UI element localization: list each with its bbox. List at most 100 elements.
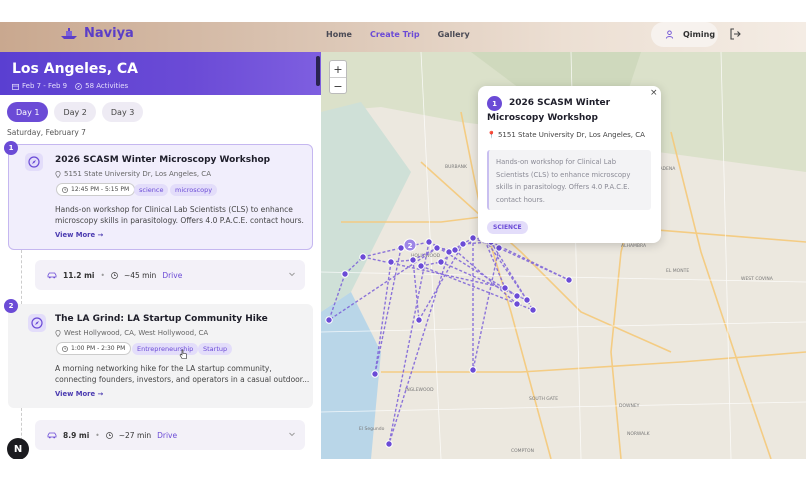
user-name: Qiming [683, 30, 716, 39]
map-marker[interactable] [469, 366, 477, 374]
top-navbar: Naviya Home Create Trip Gallery Qiming [0, 22, 806, 52]
travel-segment[interactable]: 8.9 mi • ~27 min Drive [35, 420, 305, 450]
car-icon [47, 432, 57, 438]
mouse-cursor-icon [179, 349, 187, 359]
map-marker[interactable] [445, 248, 453, 256]
event-tag[interactable]: Entrepreneurship [132, 343, 199, 355]
map-marker[interactable] [397, 244, 405, 252]
event-tag[interactable]: Startup [198, 343, 233, 355]
car-icon [47, 272, 57, 278]
map-marker[interactable] [387, 258, 395, 266]
map-label-alhambra: ALHAMBRA [621, 243, 647, 249]
separator: • [100, 270, 105, 280]
chevron-down-icon[interactable] [288, 430, 296, 438]
trip-activities: 58 Activities [75, 82, 128, 90]
event-card-2[interactable]: The LA Grind: LA Startup Community Hike … [8, 304, 313, 408]
event-description-line: microscopy skills in parasitology. Offer… [55, 216, 304, 225]
map-marker[interactable] [565, 276, 573, 284]
bottom-strip [0, 459, 806, 480]
event-description-line: connecting founders, investors, and oper… [55, 375, 310, 384]
trip-meta: Feb 7 - Feb 9 58 Activities [12, 82, 128, 90]
map-marker[interactable] [513, 300, 521, 308]
event-address-text: West Hollywood, CA, West Hollywood, CA [64, 329, 209, 337]
popup-close-button[interactable]: × [650, 88, 658, 98]
event-time-text: 1:00 PM - 2:30 PM [71, 345, 126, 352]
map-marker[interactable] [417, 262, 425, 270]
event-popup[interactable]: 1 2026 SCASM Winter Microscopy Workshop … [478, 86, 661, 243]
compass-icon [75, 82, 82, 90]
map-marker[interactable] [385, 440, 393, 448]
nav-gallery[interactable]: Gallery [438, 30, 470, 39]
day-tabs: Day 1 Day 2 Day 3 [7, 102, 144, 122]
map-label-west-covina: WEST COVINA [741, 276, 774, 282]
separator: • [95, 430, 100, 440]
map-marker[interactable] [371, 370, 379, 378]
event-description-line: Hands-on workshop for Clinical Lab Scien… [55, 205, 293, 214]
location-pin-icon [55, 170, 61, 178]
event-number-badge: 1 [4, 141, 18, 155]
map-marker[interactable] [325, 316, 333, 324]
event-card-1[interactable]: 2026 SCASM Winter Microscopy Workshop 51… [8, 144, 313, 250]
marker-cluster[interactable]: 2 [403, 238, 417, 252]
travel-segment[interactable]: 11.2 mi • ~45 min Drive [35, 260, 305, 290]
panel-scrollbar[interactable] [316, 56, 320, 86]
map-label-burbank: BURBANK [445, 164, 468, 170]
view-more-link[interactable]: View More → [55, 390, 103, 398]
user-icon [665, 30, 674, 39]
cluster-count: 2 [408, 242, 413, 250]
event-description-line: A morning networking hike for the LA sta… [55, 364, 272, 373]
date-label: Saturday, February 7 [7, 128, 86, 137]
event-number-badge: 2 [4, 299, 18, 313]
map-marker[interactable] [359, 253, 367, 261]
nav-create-trip[interactable]: Create Trip [370, 30, 420, 39]
zoom-in-button[interactable]: + [330, 61, 346, 78]
nav-home[interactable]: Home [326, 30, 352, 39]
map-marker[interactable] [415, 316, 423, 324]
map-marker[interactable] [451, 246, 459, 254]
logout-icon[interactable] [729, 28, 741, 40]
map-marker[interactable] [501, 284, 509, 292]
view-more-link[interactable]: View More → [55, 231, 103, 239]
travel-mode: Drive [162, 270, 183, 280]
event-time-text: 12:45 PM - 5:15 PM [71, 186, 130, 193]
map-marker[interactable] [409, 256, 417, 264]
map-label-el-segundo: El Segundo [359, 426, 385, 432]
map-marker[interactable] [469, 234, 477, 242]
popup-tag[interactable]: SCIENCE [487, 221, 528, 234]
map-marker[interactable] [433, 244, 441, 252]
map-marker[interactable] [459, 240, 467, 248]
tab-day-1[interactable]: Day 1 [7, 102, 49, 122]
event-address: 5151 State University Dr, Los Angeles, C… [55, 170, 211, 178]
user-menu[interactable]: Qiming [651, 22, 718, 47]
map-marker[interactable] [513, 292, 521, 300]
event-tag[interactable]: science [134, 184, 169, 196]
trip-dates: Feb 7 - Feb 9 [12, 82, 67, 90]
dev-badge[interactable]: N [7, 438, 29, 460]
chevron-down-icon[interactable] [288, 270, 296, 278]
clock-icon [62, 345, 68, 352]
tab-day-3[interactable]: Day 3 [101, 102, 144, 122]
timeline-connector [21, 250, 22, 304]
clock-icon [62, 186, 68, 193]
brand[interactable]: Naviya [60, 26, 134, 41]
zoom-out-button[interactable]: − [330, 78, 346, 95]
tab-day-2[interactable]: Day 2 [54, 102, 96, 122]
compass-icon [25, 153, 43, 171]
travel-distance: 11.2 mi [63, 270, 95, 280]
map-marker[interactable] [437, 258, 445, 266]
travel-mode: Drive [157, 430, 178, 440]
map-marker[interactable] [523, 296, 531, 304]
map-label-el-monte: EL MONTE [666, 268, 689, 274]
calendar-icon [12, 83, 19, 90]
ship-logo-icon [61, 27, 77, 39]
map-marker[interactable] [425, 238, 433, 246]
event-tag[interactable]: microscopy [170, 184, 218, 196]
map-marker[interactable] [341, 270, 349, 278]
map-marker[interactable] [529, 306, 537, 314]
map-label-inglewood: INGLEWOOD [405, 387, 434, 393]
travel-duration: ~27 min [118, 430, 152, 440]
map-marker[interactable] [495, 244, 503, 252]
map-label-downey: DOWNEY [619, 403, 640, 409]
event-time: 12:45 PM - 5:15 PM [56, 183, 136, 196]
event-address: West Hollywood, CA, West Hollywood, CA [55, 329, 208, 337]
